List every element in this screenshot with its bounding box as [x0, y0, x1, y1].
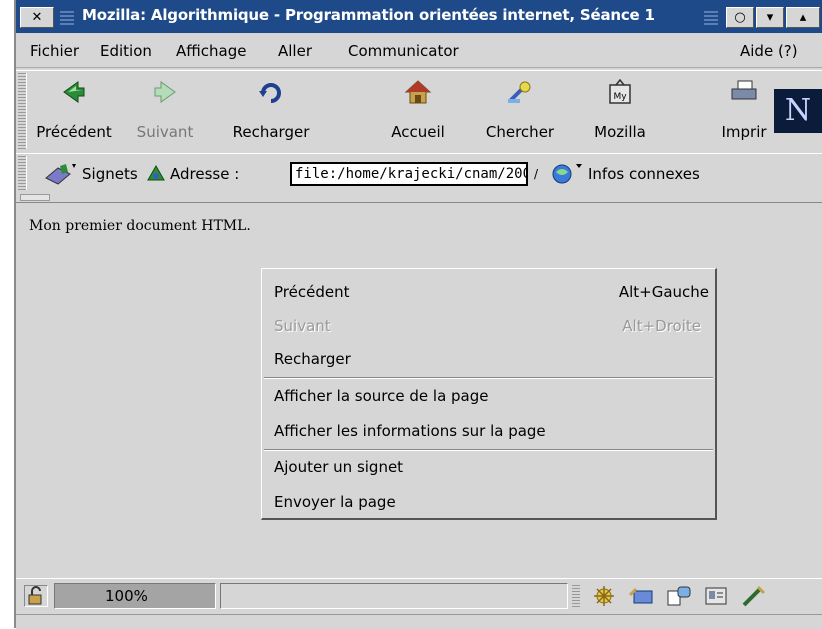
- navigation-toolbar: Précédent Suivant Recharger Accueil Cher…: [16, 70, 822, 154]
- print-button[interactable]: Imprir: [714, 73, 774, 151]
- reload-label: Recharger: [232, 123, 310, 141]
- editor-icon[interactable]: [740, 583, 768, 609]
- search-icon: [508, 81, 531, 103]
- ctx-forward[interactable]: Suivant: [274, 317, 331, 335]
- menu-edition[interactable]: Edition: [100, 42, 152, 60]
- ctx-reload-label: Recharger: [274, 350, 351, 368]
- browser-window: ✕ Mozilla: Algorithmique - Programmation…: [14, 0, 822, 629]
- shade-button[interactable]: ○: [726, 7, 754, 28]
- reload-icon: [259, 83, 281, 103]
- forward-label: Suivant: [136, 123, 194, 141]
- document-text: Mon premier document HTML.: [29, 218, 251, 234]
- address-book-icon[interactable]: [702, 583, 730, 609]
- related-links-label[interactable]: Infos connexes: [588, 165, 700, 183]
- ctx-add-bookmark[interactable]: Ajouter un signet: [274, 458, 403, 476]
- status-bar: 100%: [16, 578, 822, 615]
- ctx-page-info[interactable]: Afficher les informations sur la page: [274, 422, 546, 440]
- title-grip: [60, 9, 74, 25]
- forward-arrow-icon: [154, 81, 176, 103]
- ctx-separator: [264, 377, 713, 379]
- url-input[interactable]: file:/home/krajecki/cnam/2001: [290, 162, 528, 186]
- location-toolbar: Signets Adresse : file:/home/krajecki/cn…: [16, 153, 822, 195]
- mail-icon[interactable]: [628, 583, 656, 609]
- title-bar[interactable]: ✕ Mozilla: Algorithmique - Programmation…: [16, 0, 822, 33]
- search-button[interactable]: Chercher: [472, 73, 568, 151]
- toolbar-grip[interactable]: [18, 73, 27, 149]
- ctx-add-bookmark-label: Ajouter un signet: [274, 458, 404, 476]
- back-label: Précédent: [36, 123, 112, 141]
- menu-communicator[interactable]: Communicator: [348, 42, 459, 60]
- home-label: Accueil: [391, 123, 445, 141]
- ctx-view-source[interactable]: Afficher la source de la page: [274, 387, 489, 405]
- ctx-back-label: Précédent: [274, 283, 350, 301]
- title-grip-right: [704, 9, 718, 25]
- window-title: Mozilla: Algorithmique - Programmation o…: [82, 6, 655, 24]
- component-bar-grip[interactable]: [572, 585, 580, 607]
- back-button[interactable]: Précédent: [30, 73, 118, 151]
- collapsed-toolbar-tab[interactable]: [20, 194, 50, 201]
- reload-button[interactable]: Recharger: [216, 73, 326, 151]
- home-button[interactable]: Accueil: [378, 73, 458, 151]
- menu-bar: Fichier Edition Affichage Aller Communic…: [16, 33, 822, 68]
- netscape-logo[interactable]: N: [774, 89, 822, 133]
- ctx-reload[interactable]: Recharger: [274, 350, 351, 368]
- print-label: Imprir: [721, 123, 767, 141]
- collapsed-toolbar-strip: [16, 193, 822, 203]
- progress-meter: 100%: [54, 583, 216, 609]
- ctx-forward-label: Suivant: [274, 317, 331, 335]
- security-lock-icon[interactable]: [24, 585, 48, 607]
- close-button[interactable]: ✕: [20, 7, 54, 28]
- ctx-send-page-label: Envoyer la page: [274, 493, 396, 511]
- padlock-icon: [28, 586, 42, 605]
- related-links-icon[interactable]: [550, 162, 584, 186]
- navigator-icon[interactable]: [590, 583, 618, 609]
- ctx-send-page[interactable]: Envoyer la page: [274, 493, 396, 511]
- print-icon: [731, 80, 757, 100]
- menu-aide[interactable]: Aide (?): [740, 42, 798, 60]
- menu-fichier[interactable]: Fichier: [30, 42, 79, 60]
- ctx-back[interactable]: Précédent: [274, 283, 349, 301]
- maximize-button[interactable]: ▴: [786, 7, 820, 28]
- ctx-forward-shortcut: Alt+Droite: [622, 317, 701, 335]
- mozilla-button[interactable]: My Mozilla: [578, 73, 662, 151]
- ctx-view-source-label: Afficher la source de la page: [274, 387, 489, 405]
- home-icon: [404, 80, 432, 104]
- address-label: Adresse :: [170, 165, 240, 183]
- composer-icon[interactable]: [664, 583, 692, 609]
- forward-button[interactable]: Suivant: [124, 73, 206, 151]
- my-mozilla-icon: My: [609, 79, 631, 104]
- menu-aller[interactable]: Aller: [278, 42, 312, 60]
- address-icon: [147, 164, 165, 181]
- svg-text:My: My: [613, 92, 627, 102]
- ctx-page-info-label: Afficher les informations sur la page: [274, 422, 546, 440]
- status-text: [220, 583, 568, 609]
- back-arrow-icon: [63, 81, 85, 103]
- bookmarks-label[interactable]: Signets: [82, 165, 138, 183]
- menu-affichage[interactable]: Affichage: [176, 42, 246, 60]
- location-toolbar-grip[interactable]: [18, 156, 27, 190]
- ctx-back-shortcut: Alt+Gauche: [618, 283, 709, 301]
- url-dropdown-chevron-icon[interactable]: /: [529, 162, 543, 186]
- ctx-separator: [264, 449, 713, 451]
- bookmarks-icon[interactable]: [44, 162, 78, 186]
- minimize-button[interactable]: ▾: [756, 7, 784, 28]
- window-bottom-edge: [16, 614, 822, 629]
- search-label: Chercher: [485, 123, 555, 141]
- mozilla-label: Mozilla: [594, 123, 646, 141]
- context-menu: Précédent Alt+Gauche Suivant Alt+Droite …: [261, 268, 717, 520]
